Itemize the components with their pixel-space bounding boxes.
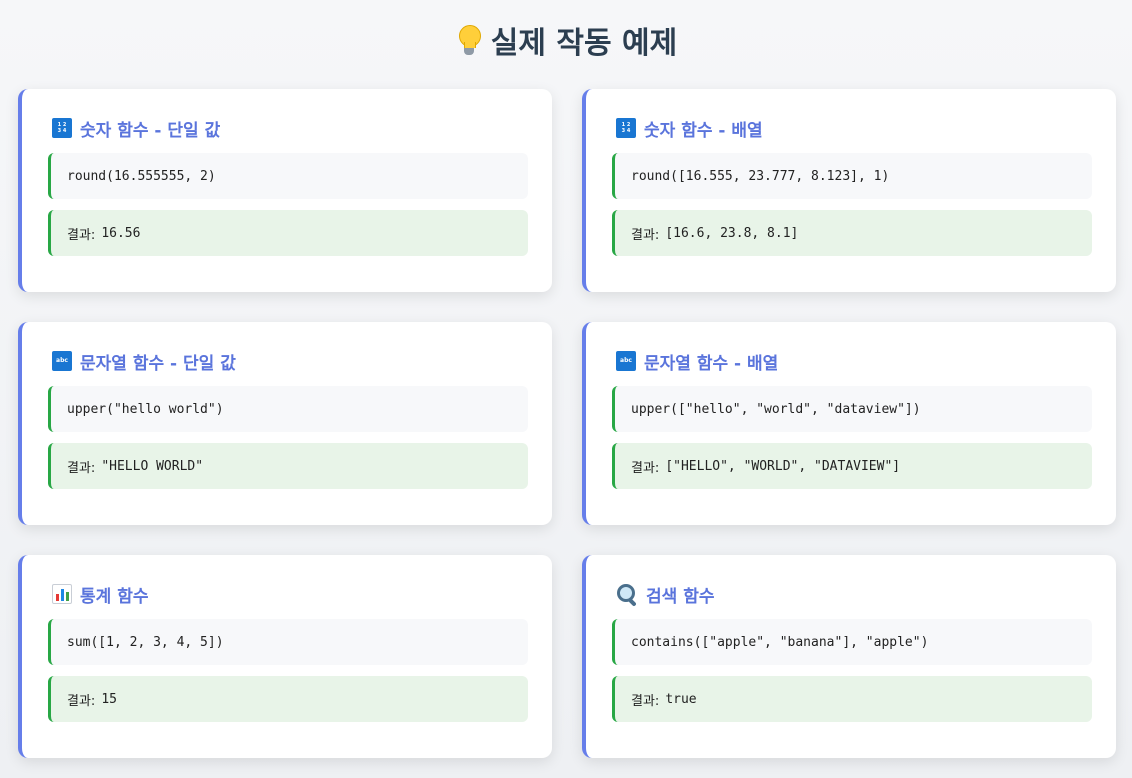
result-box: 결과: 15 [48, 676, 528, 722]
card-title: 검색 함수 [646, 586, 715, 607]
code-example: upper("hello world") [48, 386, 528, 432]
card-title: 통계 함수 [80, 586, 149, 607]
result-label: 결과: [67, 227, 96, 243]
card-header: 통계 함수 [52, 583, 149, 607]
result-label: 결과: [631, 693, 660, 709]
card-header: 1 2 3 4 숫자 함수 - 배열 [616, 117, 763, 141]
example-card-number-single: 1 2 3 4 숫자 함수 - 단일 값 round(16.555555, 2)… [18, 89, 552, 292]
example-card-string-single: abc 문자열 함수 - 단일 값 upper("hello world") 결… [18, 322, 552, 525]
result-box: 결과: [16.6, 23.8, 8.1] [612, 210, 1092, 256]
card-title: 숫자 함수 - 단일 값 [80, 120, 221, 141]
example-card-statistics: 통계 함수 sum([1, 2, 3, 4, 5]) 결과: 15 [18, 555, 552, 758]
card-header: 1 2 3 4 숫자 함수 - 단일 값 [52, 117, 221, 141]
abc-icon: abc [616, 351, 636, 371]
abc-icon: abc [52, 351, 72, 371]
numbers-icon: 1 2 3 4 [616, 118, 636, 138]
search-icon [616, 583, 638, 607]
code-example: round([16.555, 23.777, 8.123], 1) [612, 153, 1092, 199]
code-example: contains(["apple", "banana"], "apple") [612, 619, 1092, 665]
result-box: 결과: ["HELLO", "WORLD", "DATAVIEW"] [612, 443, 1092, 489]
example-card-number-array: 1 2 3 4 숫자 함수 - 배열 round([16.555, 23.777… [582, 89, 1116, 292]
result-value: true [665, 691, 697, 707]
result-value: 15 [101, 691, 117, 707]
result-box: 결과: "HELLO WORLD" [48, 443, 528, 489]
page-title-text: 실제 작동 예제 [490, 26, 678, 61]
code-example: sum([1, 2, 3, 4, 5]) [48, 619, 528, 665]
card-title: 문자열 함수 - 배열 [644, 353, 779, 374]
bar-chart-icon [52, 584, 72, 604]
result-box: 결과: 16.56 [48, 210, 528, 256]
example-card-string-array: abc 문자열 함수 - 배열 upper(["hello", "world",… [582, 322, 1116, 525]
example-card-search: 검색 함수 contains(["apple", "banana"], "app… [582, 555, 1116, 758]
result-value: ["HELLO", "WORLD", "DATAVIEW"] [665, 458, 901, 474]
result-value: [16.6, 23.8, 8.1] [665, 225, 799, 241]
result-label: 결과: [67, 460, 96, 476]
code-example: upper(["hello", "world", "dataview"]) [612, 386, 1092, 432]
card-header: abc 문자열 함수 - 단일 값 [52, 350, 236, 374]
numbers-icon: 1 2 3 4 [52, 118, 72, 138]
result-label: 결과: [631, 227, 660, 243]
lightbulb-icon [455, 23, 483, 57]
result-label: 결과: [67, 693, 96, 709]
code-example: round(16.555555, 2) [48, 153, 528, 199]
card-header: 검색 함수 [616, 583, 715, 607]
card-title: 숫자 함수 - 배열 [644, 120, 763, 141]
result-label: 결과: [631, 460, 660, 476]
card-header: abc 문자열 함수 - 배열 [616, 350, 779, 374]
page-title: 실제 작동 예제 [0, 20, 1132, 61]
result-box: 결과: true [612, 676, 1092, 722]
card-title: 문자열 함수 - 단일 값 [80, 353, 236, 374]
result-value: 16.56 [101, 225, 141, 241]
result-value: "HELLO WORLD" [101, 458, 204, 474]
